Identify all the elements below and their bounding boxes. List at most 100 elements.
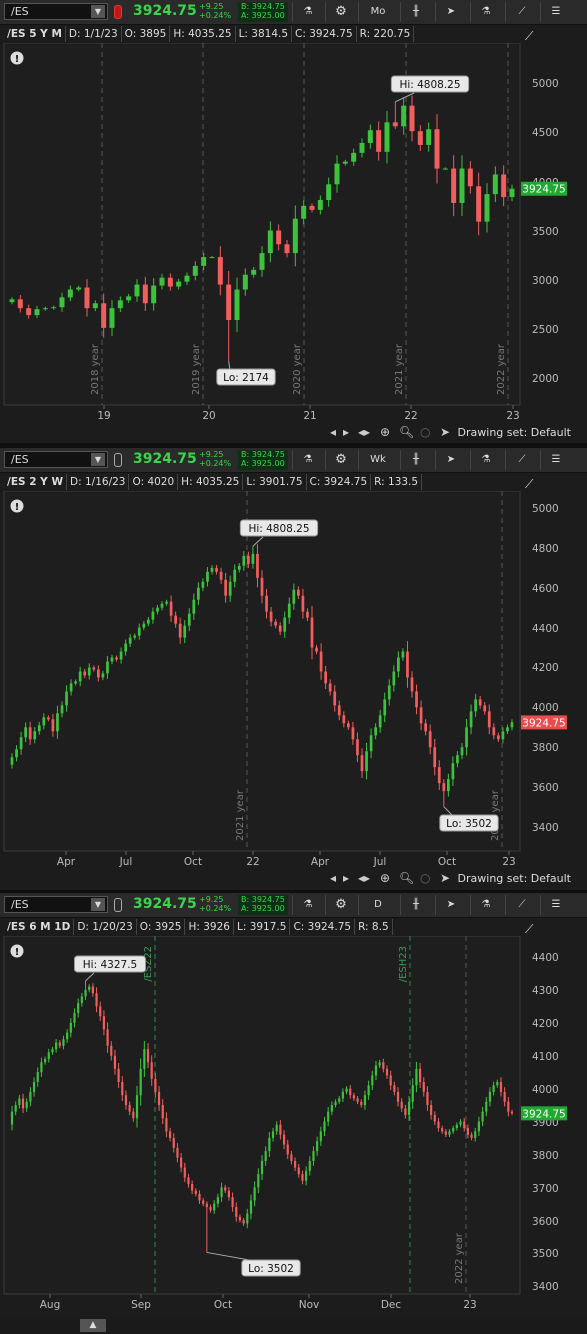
x-tick-label: 19: [97, 410, 110, 422]
cursor-icon[interactable]: ➤: [443, 895, 459, 915]
period-label: 2018 year: [90, 343, 101, 395]
info-low: L: 3901.75: [243, 474, 307, 490]
y-tick-label: 4500: [532, 127, 559, 139]
symbol-text: /ES: [11, 453, 29, 466]
x-tick-label: Aug: [40, 1299, 61, 1311]
cursor-icon[interactable]: ➤: [443, 450, 459, 470]
gear-icon[interactable]: ⚙: [333, 2, 349, 22]
bid-value: B: 3924.75: [241, 895, 285, 904]
x-tick-label: Oct: [214, 1299, 232, 1311]
x-tick-label: 22: [246, 856, 259, 868]
aggregation-selector[interactable]: Wk: [362, 450, 394, 470]
low-marker: Lo: 3502: [446, 818, 492, 830]
studies-flask-icon[interactable]: ⚗: [300, 895, 316, 915]
studies-flask-icon[interactable]: ⚗: [300, 450, 316, 470]
link-icon[interactable]: [114, 898, 122, 912]
menu-icon[interactable]: ☰: [548, 450, 564, 470]
chart-plot-1[interactable]: 2018 year 2019 year 2020 year 2021 year 2022…: [0, 43, 587, 442]
change-percent: +0.24%: [199, 904, 232, 913]
low-marker: Lo: 3502: [248, 1263, 294, 1275]
info-date: D: 1/16/23: [67, 474, 130, 490]
drawing-tool-icon[interactable]: ⟋: [513, 450, 531, 470]
svg-text:!: !: [15, 54, 20, 65]
y-tick-label: 3800: [532, 742, 559, 754]
aggregation-selector[interactable]: D: [362, 895, 394, 915]
info-open: O: 4020: [129, 474, 179, 490]
candle-style-icon[interactable]: ╫: [408, 2, 424, 22]
x-tick-label: 22: [404, 410, 417, 422]
high-marker: Hi: 4808.25: [248, 523, 309, 535]
link-icon[interactable]: [114, 5, 122, 19]
aggregation-selector[interactable]: Mo: [362, 2, 394, 22]
last-price-tag: 3924.75: [522, 1108, 565, 1120]
symbol-selector[interactable]: /ES ▼: [4, 451, 108, 468]
flask-icon[interactable]: ⚗: [478, 895, 494, 915]
info-close: C: 3924.75: [307, 474, 372, 490]
y-tick-label: 3600: [532, 782, 559, 794]
info-title: /ES 2 Y W: [4, 474, 68, 490]
symbol-selector[interactable]: /ES ▼: [4, 3, 108, 20]
last-price-tag: 3924.75: [522, 184, 565, 196]
drawing-tool-icon[interactable]: ⟋: [513, 2, 531, 22]
y-tick-label: 3000: [532, 275, 559, 287]
period-label: 2021 year: [394, 343, 405, 395]
y-tick-label: 4400: [532, 623, 559, 635]
chart-plot-3[interactable]: /ESZ22/ESH232022 yearHi: 4327.5Lo: 3502!…: [0, 936, 587, 1332]
y-tick-label: 4600: [532, 583, 559, 595]
y-tick-label: 4100: [532, 1051, 559, 1063]
info-high: H: 3926: [185, 919, 234, 935]
change-value: +9.25: [199, 2, 224, 11]
y-tick-label: 2000: [532, 373, 559, 385]
chevron-down-icon[interactable]: ▼: [91, 898, 105, 911]
cursor-icon[interactable]: ➤: [443, 2, 459, 22]
y-tick-label: 4000: [532, 1084, 559, 1096]
info-low: L: 3917.5: [234, 919, 291, 935]
x-tick-label: 23: [463, 1299, 476, 1311]
y-tick-label: 5000: [532, 503, 559, 515]
auto-scale-icon[interactable]: ⟋: [525, 477, 541, 491]
y-tick-label: 4000: [532, 702, 559, 714]
auto-scale-icon[interactable]: ⟋: [525, 29, 541, 43]
symbol-selector[interactable]: /ES ▼: [4, 896, 108, 913]
bid-ask-box: B: 3924.75 A: 3925.00: [238, 450, 288, 470]
y-tick-label: 3800: [532, 1150, 559, 1162]
chevron-down-icon[interactable]: ▼: [91, 453, 105, 466]
period-label: 2022 year: [454, 1232, 465, 1284]
candle-style-icon[interactable]: ╫: [408, 895, 424, 915]
chart-plot-2[interactable]: 2021 year2022 yearHi: 4808.25Lo: 3502!50…: [0, 491, 587, 888]
info-high: H: 4035.25: [170, 26, 236, 42]
link-icon[interactable]: [114, 453, 122, 467]
y-tick-label: 3700: [532, 1183, 559, 1195]
y-tick-label: 3600: [532, 1216, 559, 1228]
net-change: +9.25 +0.24%: [199, 895, 231, 913]
gear-icon[interactable]: ⚙: [333, 450, 349, 470]
studies-flask-icon[interactable]: ⚗: [300, 2, 316, 22]
auto-scale-icon[interactable]: ⟋: [525, 922, 541, 936]
y-tick-label: 4800: [532, 543, 559, 555]
flask-icon[interactable]: ⚗: [478, 450, 494, 470]
low-marker: Lo: 2174: [223, 372, 269, 384]
y-tick-label: 4200: [532, 1018, 559, 1030]
chart-toolbar: /ES ▼ 3924.75 +9.25 +0.24% B: 3924.75 A: 3…: [0, 448, 587, 473]
menu-icon[interactable]: ☰: [548, 2, 564, 22]
menu-icon[interactable]: ☰: [548, 895, 564, 915]
symbol-text: /ES: [11, 898, 29, 911]
info-open: O: 3925: [137, 919, 186, 935]
info-date: D: 1/1/23: [66, 26, 122, 42]
info-range: R: 8.5: [355, 919, 393, 935]
period-label: 2019 year: [191, 343, 202, 395]
flask-icon[interactable]: ⚗: [478, 2, 494, 22]
x-tick-label: 23: [502, 856, 515, 868]
info-range: R: 220.75: [357, 26, 415, 42]
x-tick-label: Jul: [119, 856, 133, 868]
chevron-down-icon[interactable]: ▼: [91, 5, 105, 18]
info-title: /ES 5 Y M: [4, 26, 66, 42]
y-tick-label: 4300: [532, 985, 559, 997]
candle-style-icon[interactable]: ╫: [408, 450, 424, 470]
high-marker: Hi: 4327.5: [83, 959, 137, 971]
gear-icon[interactable]: ⚙: [333, 895, 349, 915]
drawing-tool-icon[interactable]: ⟋: [513, 895, 531, 915]
bid-value: B: 3924.75: [241, 450, 285, 459]
ask-value: A: 3925.00: [241, 459, 285, 468]
x-tick-label: Dec: [381, 1299, 402, 1311]
